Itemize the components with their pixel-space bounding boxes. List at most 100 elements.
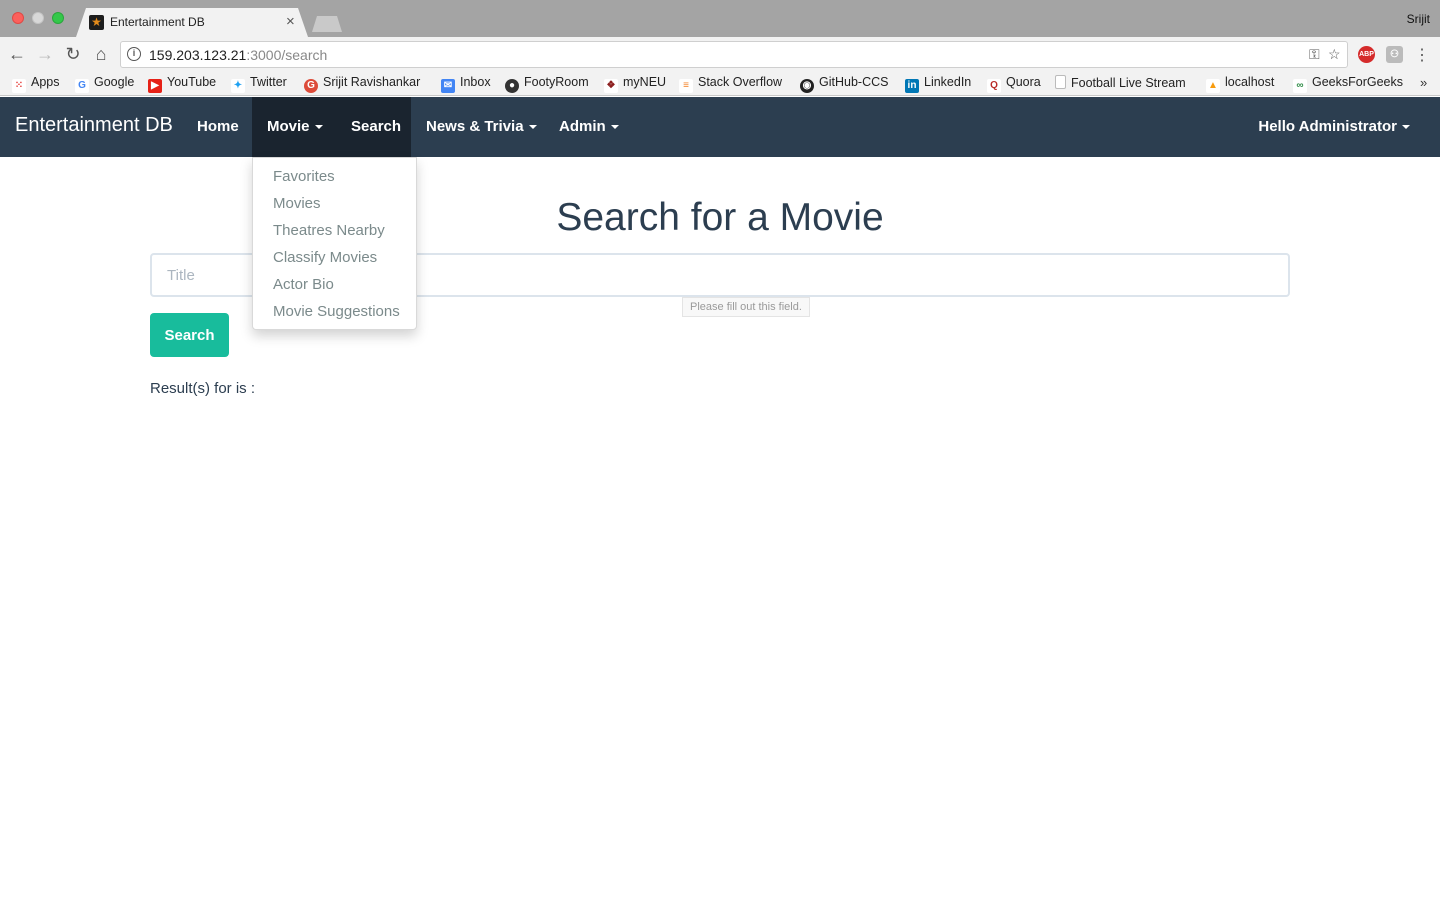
nav-home[interactable]: Home bbox=[182, 97, 254, 157]
bookmark-label: Apps bbox=[31, 75, 60, 89]
quora-icon: Q bbox=[987, 79, 1001, 93]
linkedin-icon: in bbox=[905, 79, 919, 93]
browser-menu-icon[interactable]: ⋮ bbox=[1414, 45, 1430, 65]
bookmark-label: GitHub-CCS bbox=[819, 75, 889, 89]
bookmark-apps[interactable]: ⁙ Apps bbox=[12, 75, 60, 93]
info-icon[interactable]: i bbox=[127, 47, 141, 61]
caret-down-icon bbox=[610, 125, 619, 130]
nav-admin[interactable]: Admin bbox=[544, 97, 634, 157]
bookmark-label: Twitter bbox=[250, 75, 287, 89]
new-tab-button[interactable] bbox=[312, 16, 342, 32]
browser-tab[interactable]: ★ Entertainment DB × bbox=[76, 8, 308, 37]
dropdown-item-favorites[interactable]: Favorites bbox=[253, 163, 416, 190]
bookmark-star-icon[interactable]: ☆ bbox=[1328, 46, 1341, 63]
key-icon[interactable]: ⚿ bbox=[1309, 46, 1320, 63]
nav-movie[interactable]: Movie bbox=[252, 97, 338, 157]
star-favicon-icon: ★ bbox=[89, 15, 104, 30]
bookmark-stackoverflow[interactable]: ≡ Stack Overflow bbox=[679, 75, 782, 93]
twitter-icon: ✦ bbox=[231, 79, 245, 93]
nav-home-label: Home bbox=[197, 118, 239, 135]
github-icon: ◉ bbox=[800, 79, 814, 93]
nav-news-trivia[interactable]: News & Trivia bbox=[411, 97, 552, 157]
caret-down-icon bbox=[528, 125, 537, 130]
bookmark-github[interactable]: ◉ GitHub-CCS bbox=[800, 75, 888, 93]
bookmark-label: Inbox bbox=[460, 75, 491, 89]
bookmark-label: Quora bbox=[1006, 75, 1041, 89]
bookmark-localhost[interactable]: ▲ localhost bbox=[1206, 75, 1274, 93]
dropdown-item-actor-bio[interactable]: Actor Bio bbox=[253, 271, 416, 298]
youtube-icon: ▶ bbox=[148, 79, 162, 93]
url-text: 159.203.123.21:3000/search bbox=[149, 47, 327, 63]
bookmark-label: Stack Overflow bbox=[698, 75, 783, 89]
more-bookmarks-icon[interactable]: » bbox=[1420, 75, 1427, 90]
nav-user-menu[interactable]: Hello Administrator bbox=[1243, 97, 1425, 157]
bookmark-geeksforgeeks[interactable]: ∞ GeeksForGeeks bbox=[1293, 75, 1403, 93]
minimize-window-button[interactable] bbox=[32, 12, 44, 24]
nav-admin-label: Admin bbox=[559, 118, 606, 135]
nav-search[interactable]: Search bbox=[336, 97, 411, 157]
geeksforgeeks-icon: ∞ bbox=[1293, 79, 1307, 93]
search-button[interactable]: Search bbox=[150, 313, 229, 357]
movie-dropdown-menu: Favorites Movies Theatres Nearby Classif… bbox=[252, 157, 417, 330]
stackoverflow-icon: ≡ bbox=[679, 79, 693, 93]
browser-toolbar: ← → ↻ ⌂ i 159.203.123.21:3000/search ⚿ ☆… bbox=[0, 37, 1440, 72]
extension-icon[interactable]: ⚇ bbox=[1386, 46, 1403, 63]
google-plus-icon: G bbox=[304, 79, 318, 93]
brand-logo-text[interactable]: Entertainment DB bbox=[15, 114, 173, 137]
bookmark-label: Srijit Ravishankar bbox=[323, 75, 421, 89]
profile-name[interactable]: Srijit bbox=[1407, 12, 1430, 26]
footyroom-icon: ● bbox=[505, 79, 519, 93]
browser-titlebar: ★ Entertainment DB × Srijit bbox=[0, 0, 1440, 37]
url-path: :3000/search bbox=[246, 47, 328, 63]
reload-icon[interactable]: ↻ bbox=[62, 43, 84, 65]
forward-arrow-icon[interactable]: → bbox=[34, 43, 56, 65]
bookmark-twitter[interactable]: ✦ Twitter bbox=[231, 75, 287, 93]
back-arrow-icon[interactable]: ← bbox=[6, 43, 28, 65]
bookmark-inbox[interactable]: ✉ Inbox bbox=[441, 75, 491, 93]
dropdown-item-theatres-nearby[interactable]: Theatres Nearby bbox=[253, 217, 416, 244]
bookmark-label: Football Live Stream bbox=[1071, 76, 1186, 90]
tab-title: Entertainment DB bbox=[110, 15, 205, 29]
bookmark-label: FootyRoom bbox=[524, 75, 589, 89]
caret-down-icon bbox=[1402, 125, 1410, 130]
bookmark-quora[interactable]: Q Quora bbox=[987, 75, 1041, 93]
google-icon: G bbox=[75, 79, 89, 93]
nav-news-label: News & Trivia bbox=[426, 118, 524, 135]
page-icon bbox=[1055, 75, 1066, 89]
pma-icon: ▲ bbox=[1206, 79, 1220, 93]
dropdown-item-movies[interactable]: Movies bbox=[253, 190, 416, 217]
bookmark-srijit[interactable]: G Srijit Ravishankar bbox=[304, 75, 420, 93]
home-icon[interactable]: ⌂ bbox=[90, 43, 112, 65]
bookmark-label: localhost bbox=[1225, 75, 1275, 89]
bookmark-label: LinkedIn bbox=[924, 75, 972, 89]
bookmark-google[interactable]: G Google bbox=[75, 75, 134, 93]
close-window-button[interactable] bbox=[12, 12, 24, 24]
nav-movie-label: Movie bbox=[267, 118, 310, 135]
nav-user-label: Hello Administrator bbox=[1258, 118, 1397, 135]
bookmark-football-live-stream[interactable]: Football Live Stream bbox=[1055, 75, 1186, 93]
caret-down-icon bbox=[314, 125, 323, 130]
bookmark-myneu[interactable]: ❖ myNEU bbox=[604, 75, 666, 93]
paw-icon: ❖ bbox=[604, 79, 618, 93]
adblock-icon[interactable]: ABP bbox=[1358, 46, 1375, 63]
app-navbar: Entertainment DB Home Movie Search News … bbox=[0, 97, 1440, 157]
dropdown-item-movie-suggestions[interactable]: Movie Suggestions bbox=[253, 298, 416, 325]
bookmark-label: Google bbox=[94, 75, 135, 89]
url-host: 159.203.123.21 bbox=[149, 47, 247, 63]
apps-icon: ⁙ bbox=[12, 79, 26, 93]
bookmark-youtube[interactable]: ▶ YouTube bbox=[148, 75, 216, 93]
address-bar[interactable]: i 159.203.123.21:3000/search ⚿ ☆ bbox=[120, 41, 1348, 68]
nav-search-label: Search bbox=[351, 118, 402, 135]
bookmark-linkedin[interactable]: in LinkedIn bbox=[905, 75, 971, 93]
maximize-window-button[interactable] bbox=[52, 12, 64, 24]
results-text: Result(s) for is : bbox=[150, 380, 256, 397]
bookmark-footyroom[interactable]: ● FootyRoom bbox=[505, 75, 589, 93]
bookmark-label: YouTube bbox=[167, 75, 217, 89]
close-tab-icon[interactable]: × bbox=[286, 13, 295, 30]
bookmark-label: myNEU bbox=[623, 75, 667, 89]
bookmark-label: GeeksForGeeks bbox=[1312, 75, 1404, 89]
inbox-icon: ✉ bbox=[441, 79, 455, 93]
dropdown-item-classify-movies[interactable]: Classify Movies bbox=[253, 244, 416, 271]
page-title: Search for a Movie bbox=[556, 196, 884, 239]
validation-tooltip: Please fill out this field. bbox=[682, 297, 810, 317]
